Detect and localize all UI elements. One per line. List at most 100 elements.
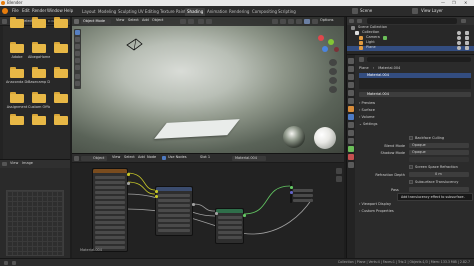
- render-camera-icon[interactable]: [465, 41, 469, 45]
- particles-tab-icon[interactable]: [348, 122, 354, 128]
- bsdf-node[interactable]: [215, 208, 246, 244]
- outliner-search-input[interactable]: [367, 18, 457, 24]
- constraints-tab-icon[interactable]: [348, 138, 354, 144]
- section-viewport-display[interactable]: › Viewport Display: [359, 202, 391, 206]
- perspective-toggle-icon[interactable]: [329, 86, 337, 93]
- gizmo-x-axis-icon[interactable]: [318, 35, 324, 41]
- pass-index-field[interactable]: [409, 187, 469, 192]
- physics-tab-icon[interactable]: [348, 130, 354, 136]
- folder-icon[interactable]: [54, 114, 68, 125]
- folder-icon[interactable]: [54, 92, 68, 103]
- plane-object[interactable]: [154, 119, 240, 139]
- material-datablock-selector[interactable]: Material.004: [359, 92, 471, 97]
- output-tab-icon[interactable]: [348, 74, 354, 80]
- section-settings[interactable]: ⌄ Settings: [359, 122, 377, 126]
- tab-layout[interactable]: Layout: [80, 8, 98, 16]
- render-camera-icon[interactable]: [465, 46, 469, 50]
- annotate-tool-icon[interactable]: [75, 74, 80, 79]
- node-socket[interactable]: [155, 195, 158, 198]
- outliner-row-plane[interactable]: Plane: [347, 45, 474, 51]
- node-tool-icon[interactable]: [336, 176, 342, 182]
- subsurface-translucency-checkbox[interactable]: [409, 180, 413, 184]
- modifier-tab-icon[interactable]: [348, 114, 354, 120]
- object-mode-dropdown[interactable]: Object Mode: [81, 19, 111, 24]
- tab-compositing[interactable]: Compositing: [250, 8, 279, 16]
- view-layer-name[interactable]: View Layer: [421, 9, 443, 13]
- texture-tab-icon[interactable]: [348, 162, 354, 168]
- render-camera-icon[interactable]: [465, 31, 469, 35]
- pivot-icon[interactable]: [188, 19, 194, 24]
- gizmo-neg-x-icon[interactable]: [334, 47, 339, 52]
- folder-icon[interactable]: [32, 17, 46, 28]
- render-tab-icon[interactable]: [348, 66, 354, 72]
- folder-icon[interactable]: [32, 114, 46, 125]
- folder-icon[interactable]: [10, 17, 24, 28]
- rendered-shading-icon[interactable]: [312, 19, 318, 24]
- eye-icon[interactable]: [457, 41, 461, 45]
- folder-icon[interactable]: [54, 42, 68, 53]
- section-volume[interactable]: › Volume: [359, 115, 375, 119]
- tool-tab-icon[interactable]: [348, 58, 354, 64]
- gizmo-y-axis-icon[interactable]: [328, 39, 334, 45]
- menu-window[interactable]: Window: [47, 9, 63, 13]
- options-menu[interactable]: Options: [320, 18, 334, 24]
- material-tab-icon[interactable]: [348, 154, 354, 160]
- node-socket[interactable]: [290, 186, 293, 189]
- node-socket[interactable]: [155, 190, 158, 193]
- scene-name[interactable]: Scene: [360, 9, 372, 13]
- screen-space-refraction-checkbox[interactable]: [409, 165, 413, 169]
- data-tab-icon[interactable]: [348, 146, 354, 152]
- tab-shading[interactable]: Shading: [185, 8, 206, 16]
- eye-icon[interactable]: [457, 31, 461, 35]
- backface-culling-checkbox[interactable]: [409, 136, 413, 140]
- object-tab-icon[interactable]: [348, 106, 354, 112]
- vp-add-menu[interactable]: Add: [142, 18, 149, 24]
- editor-type-icon[interactable]: [2, 19, 7, 24]
- transform-tool-icon[interactable]: [75, 65, 80, 70]
- view-layer-tab-icon[interactable]: [348, 82, 354, 88]
- material-slot-selected[interactable]: Material.004: [359, 73, 471, 78]
- tab-texture-paint[interactable]: Texture Paint: [158, 8, 188, 16]
- menu-help[interactable]: Help: [64, 9, 73, 13]
- world-tab-icon[interactable]: [348, 98, 354, 104]
- folder-icon[interactable]: [10, 92, 24, 103]
- eye-icon[interactable]: [457, 46, 461, 50]
- wireframe-shading-icon[interactable]: [288, 19, 294, 24]
- 3d-viewport[interactable]: Object Mode View Select Add Object Optio…: [72, 17, 344, 153]
- xray-icon[interactable]: [280, 19, 286, 24]
- editor-type-icon[interactable]: [349, 19, 354, 23]
- tab-modeling[interactable]: Modeling: [96, 8, 118, 16]
- render-camera-icon[interactable]: [465, 36, 469, 40]
- menu-file[interactable]: File: [12, 9, 19, 13]
- maximize-button[interactable]: ❐: [452, 1, 456, 5]
- folder-icon[interactable]: [32, 42, 46, 53]
- folder-icon[interactable]: [54, 67, 68, 78]
- material-output-node[interactable]: [290, 181, 313, 203]
- scene-tab-icon[interactable]: [348, 90, 354, 96]
- measure-tool-icon[interactable]: [75, 81, 80, 86]
- transform-orientation-icon[interactable]: [180, 19, 186, 24]
- editor-type-icon[interactable]: [359, 57, 364, 62]
- close-button[interactable]: ✕: [464, 1, 467, 5]
- node-socket[interactable]: [290, 191, 293, 194]
- solid-shading-icon[interactable]: [296, 19, 302, 24]
- scale-tool-icon[interactable]: [75, 58, 80, 63]
- tab-rendering[interactable]: Rendering: [227, 8, 251, 16]
- img-image-menu[interactable]: Image: [22, 161, 33, 166]
- material-preview-shading-icon[interactable]: [304, 19, 310, 24]
- vp-view-menu[interactable]: View: [116, 18, 124, 24]
- filter-icon[interactable]: [461, 19, 466, 23]
- image-canvas[interactable]: [6, 190, 64, 256]
- properties-search-input[interactable]: [367, 57, 471, 62]
- overlays-icon[interactable]: [272, 19, 278, 24]
- rotate-tool-icon[interactable]: [75, 51, 80, 56]
- minimize-button[interactable]: —: [441, 1, 445, 5]
- folder-icon[interactable]: [10, 114, 24, 125]
- blend-mode-dropdown[interactable]: Opaque: [409, 143, 469, 148]
- node-socket[interactable]: [127, 182, 130, 185]
- node-sidebar-icon[interactable]: [336, 168, 342, 174]
- clip-threshold-field[interactable]: [409, 157, 469, 162]
- shader-node-editor[interactable]: Object View Select Add Node Use Nodes Sl…: [72, 153, 344, 258]
- section-preview[interactable]: › Preview: [359, 101, 375, 105]
- image-texture-node[interactable]: [92, 168, 130, 252]
